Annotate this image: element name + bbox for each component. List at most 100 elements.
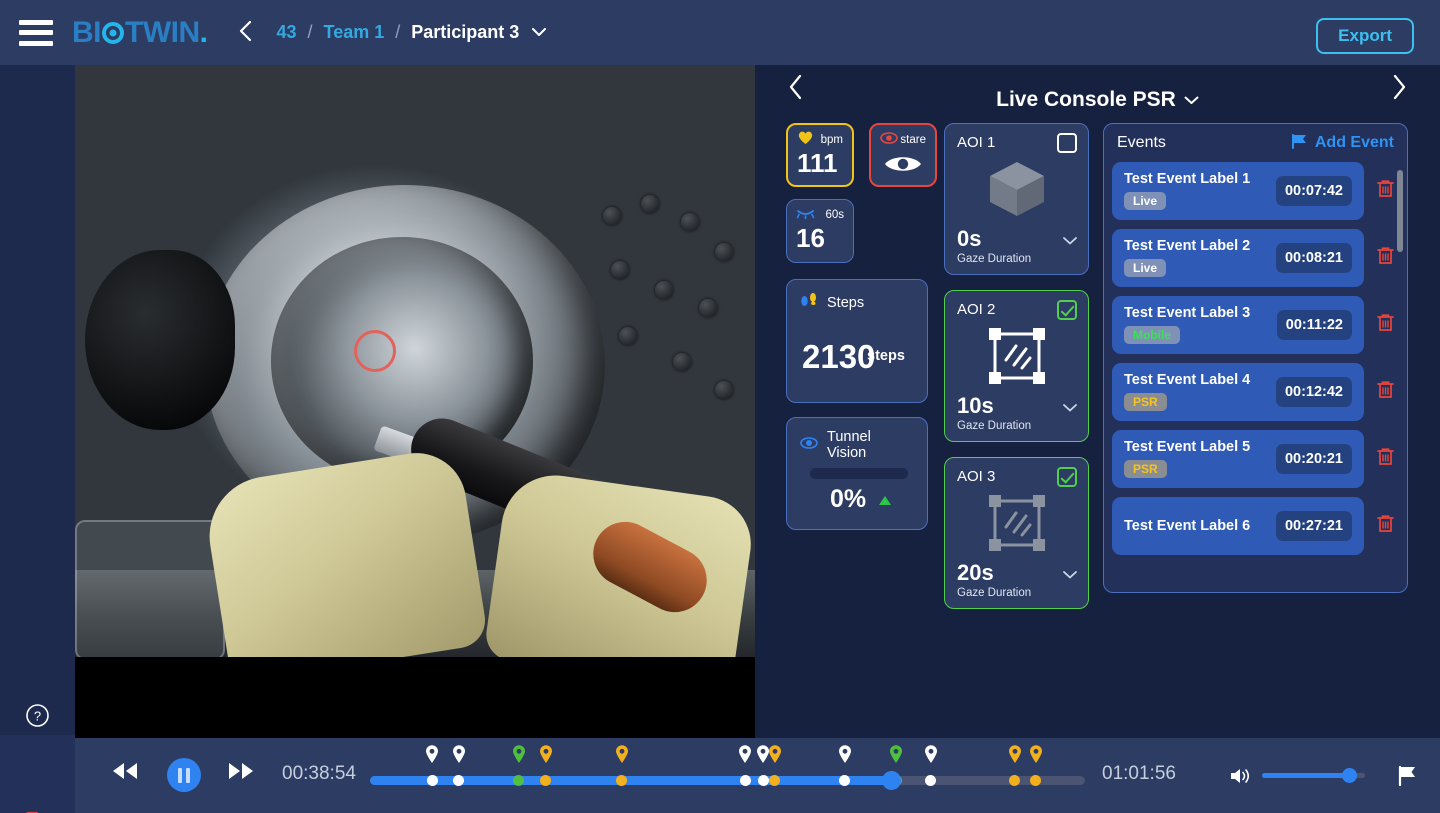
aoi-checkbox[interactable] [1057,133,1077,153]
app-root: BI TWIN. 43 / Team 1 / Participant 3 Expo… [0,0,1440,813]
footsteps-icon [800,291,818,314]
video-player-area[interactable] [75,65,755,738]
chevron-down-icon[interactable] [1063,233,1077,248]
steps-label: Steps [827,294,865,311]
trash-icon[interactable] [1377,514,1394,538]
map-pin-icon [1029,745,1043,763]
bpm-card[interactable]: bpm 111 [786,123,854,187]
event-label: Test Event Label 3 [1124,305,1251,321]
trash-icon[interactable] [1377,380,1394,404]
volume-knob[interactable] [1342,768,1358,783]
event-card[interactable]: Test Event Label 1 Live 00:07:42 [1112,162,1364,220]
biotwin-logo: BI TWIN. [72,15,208,50]
rewind-button[interactable] [111,762,139,785]
aoi-checkbox[interactable] [1057,300,1077,321]
event-card[interactable]: Test Event Label 3 Mobile 00:11:22 [1112,296,1364,354]
stare-card[interactable]: stare [869,123,937,187]
event-card[interactable]: Test Event Label 6 00:27:21 [1112,497,1364,555]
event-row[interactable]: Test Event Label 1 Live 00:07:42 [1112,162,1399,220]
trash-icon[interactable] [1377,313,1394,337]
aoi-gaze-duration: 0s [957,226,982,251]
event-card[interactable]: Test Event Label 4 PSR 00:12:42 [1112,363,1364,421]
event-row[interactable]: Test Event Label 2 Live 00:08:21 [1112,229,1399,287]
trash-icon[interactable] [1377,179,1394,203]
help-circle-icon[interactable]: ? [0,703,75,728]
total-time: 01:01:56 [1102,763,1176,784]
video-scene-bench [75,520,225,657]
back-chevron-icon[interactable] [235,20,256,46]
event-label: Test Event Label 6 [1124,517,1251,534]
fast-forward-button[interactable] [227,762,255,785]
video-letterbox [75,657,755,738]
timeline-marker-dot [616,774,628,786]
aoi-card-2[interactable]: AOI 2 10s Gaze Duration [944,290,1089,443]
blink-label: 60s [825,209,844,221]
eye-icon [800,436,818,454]
events-list[interactable]: Test Event Label 1 Live 00:07:42 Test Ev… [1104,162,1407,592]
flag-icon[interactable] [1397,765,1417,791]
export-button[interactable]: Export [1316,18,1414,54]
timeline-marker-dot [925,774,937,786]
event-badge: PSR [1124,393,1167,411]
add-event-button[interactable]: Add Event [1291,133,1394,154]
steps-card[interactable]: Steps 2130 steps [786,279,928,403]
trash-icon[interactable] [1377,246,1394,270]
chevron-down-icon[interactable] [1063,567,1077,582]
steps-value: 2130 [802,338,876,375]
event-card[interactable]: Test Event Label 5 PSR 00:20:21 [1112,430,1364,488]
aoi-gaze-duration: 10s [957,393,994,419]
eye-alert-icon [880,131,898,149]
console-next-button[interactable] [1392,74,1407,106]
map-pin-icon [738,745,752,763]
timeline-marker-dot [739,774,751,786]
tunnel-vision-card[interactable]: Tunnel Vision 0% [786,417,928,530]
up-triangle-icon [879,496,891,505]
event-row[interactable]: Test Event Label 4 PSR 00:12:42 [1112,363,1399,421]
tunnel-vision-progress-bar [810,468,908,479]
event-badge: Mobile [1124,326,1180,344]
console-header: Live Console PSR [755,78,1440,122]
aoi-frame-icon [957,485,1076,561]
aoi-gaze-duration-label: Gaze Duration [957,587,1032,600]
timeline-playhead[interactable] [882,771,902,790]
event-card[interactable]: Test Event Label 2 Live 00:08:21 [1112,229,1364,287]
event-row[interactable]: Test Event Label 6 00:27:21 [1112,497,1399,555]
trash-icon[interactable] [1377,447,1394,471]
svg-text:?: ? [34,709,41,724]
console-prev-button[interactable] [788,74,803,106]
video-frame [75,65,755,657]
map-pin-icon [838,745,852,763]
timeline-marker-dot [757,774,769,786]
timeline-marker-dot [1030,774,1042,786]
timeline-track-area[interactable] [370,745,1085,795]
stare-label: stare [900,134,926,146]
map-pin-icon [452,745,466,763]
steps-unit: steps [867,348,905,364]
event-timestamp: 00:27:21 [1275,510,1352,541]
aoi-card-1[interactable]: AOI 1 0s Gaze Duration [944,123,1089,276]
video-scene-bolts [595,195,745,425]
rail-upper-area [0,65,75,735]
breadcrumb-participant[interactable]: Participant 3 [411,22,519,43]
aoi-card-3[interactable]: AOI 3 20s Gaze Duration [944,457,1089,610]
logo-o-icon [102,21,124,44]
aoi-checkbox[interactable] [1057,467,1077,488]
chevron-down-icon[interactable] [1063,400,1077,415]
hamburger-menu-icon[interactable] [19,19,53,46]
event-label: Test Event Label 4 [1124,372,1251,388]
pause-button[interactable] [167,758,201,792]
aoi-frame-icon [957,318,1076,394]
blink-card[interactable]: 60s 16 [786,199,854,263]
chevron-down-icon[interactable] [532,25,547,40]
event-row[interactable]: Test Event Label 5 PSR 00:20:21 [1112,430,1399,488]
volume-slider[interactable] [1262,768,1365,783]
blink-eye-icon [796,206,815,224]
event-row[interactable]: Test Event Label 3 Mobile 00:11:22 [1112,296,1399,354]
events-scrollbar[interactable] [1397,170,1403,252]
event-badge: PSR [1124,460,1167,478]
breadcrumb-id[interactable]: 43 [276,22,296,43]
chevron-down-icon[interactable] [1184,92,1199,108]
volume-icon[interactable] [1230,767,1252,790]
logo-dot: . [199,15,208,49]
breadcrumb-team[interactable]: Team 1 [324,22,385,43]
